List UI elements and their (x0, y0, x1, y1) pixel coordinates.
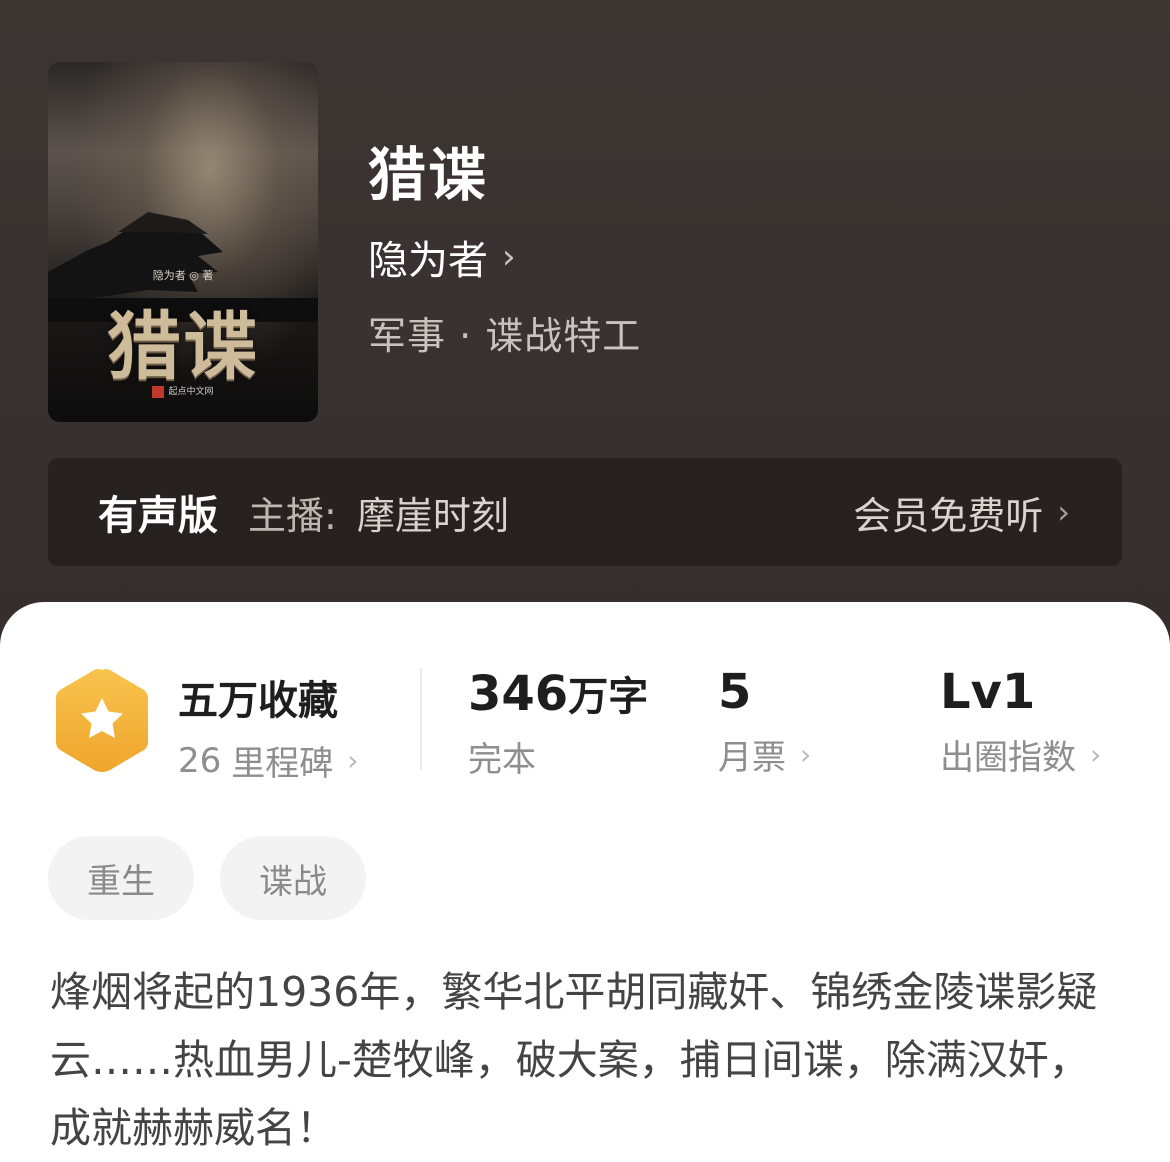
monthly-ticket-label: 月票 (718, 738, 786, 778)
milestone-link[interactable]: 26 里程碑 › (178, 736, 358, 785)
book-title: 猎谍 (368, 141, 489, 209)
audio-edition-bar[interactable]: 有声版 主播: 摩崖时刻 会员免费听 › (48, 458, 1122, 566)
monthly-ticket-stat[interactable]: 5 月票 › (718, 664, 811, 779)
book-description: 烽烟将起的1936年，繁华北平胡同藏奸、锦绣金陵谍影疑云……热血男儿-楚牧峰，破… (50, 968, 1098, 1152)
free-listen-button[interactable]: 会员免费听 › (853, 458, 1070, 566)
book-cover[interactable]: 隐为者 ◎ 著 猎谍 起点中文网 (48, 62, 318, 422)
cover-publisher-text: 起点中文网 (168, 387, 214, 397)
completion-status: 完本 (468, 740, 536, 780)
audio-edition-label: 有声版 (98, 493, 218, 539)
cover-publisher: 起点中文网 (48, 384, 318, 398)
cover-author-text: 隐为者 ◎ 著 (152, 269, 214, 282)
book-genre: 军事 · 谍战特工 (368, 314, 642, 358)
narrator-name: 摩崖时刻 (356, 493, 509, 538)
popularity-index-stat[interactable]: Lv1 出圈指数 › (940, 664, 1101, 779)
publisher-logo-icon (152, 385, 165, 398)
word-count-number: 346 (468, 666, 569, 722)
milestone-number: 26 (178, 740, 222, 781)
chevron-right-icon: › (800, 738, 812, 771)
free-listen-label: 会员免费听 (853, 493, 1044, 538)
popularity-level: Lv1 (940, 664, 1036, 720)
milestone-label: 里程碑 (231, 744, 334, 784)
word-count-unit: 万字 (568, 674, 649, 720)
word-count-stat: 346万字 完本 (468, 664, 648, 781)
stats-divider (420, 668, 422, 770)
chevron-right-icon: › (502, 237, 516, 277)
chevron-right-icon: › (1090, 738, 1102, 771)
popularity-index-label: 出圈指数 (940, 738, 1076, 778)
favorites-stat[interactable]: 五万收藏 26 里程碑 › (178, 668, 358, 785)
cover-title-text: 猎谍 (107, 304, 259, 390)
author-link[interactable]: 隐为者 › (368, 228, 516, 286)
chevron-right-icon: › (1057, 493, 1070, 531)
favorites-count: 五万收藏 (178, 678, 338, 724)
author-name: 隐为者 (368, 238, 488, 284)
monthly-ticket-number: 5 (718, 664, 752, 720)
star-hexagon-icon (56, 669, 148, 772)
tag-rebirth[interactable]: 重生 (48, 836, 194, 920)
tag-espionage[interactable]: 谍战 (220, 836, 366, 920)
chevron-right-icon: › (347, 744, 359, 777)
narrator-prefix: 主播: (248, 493, 337, 538)
